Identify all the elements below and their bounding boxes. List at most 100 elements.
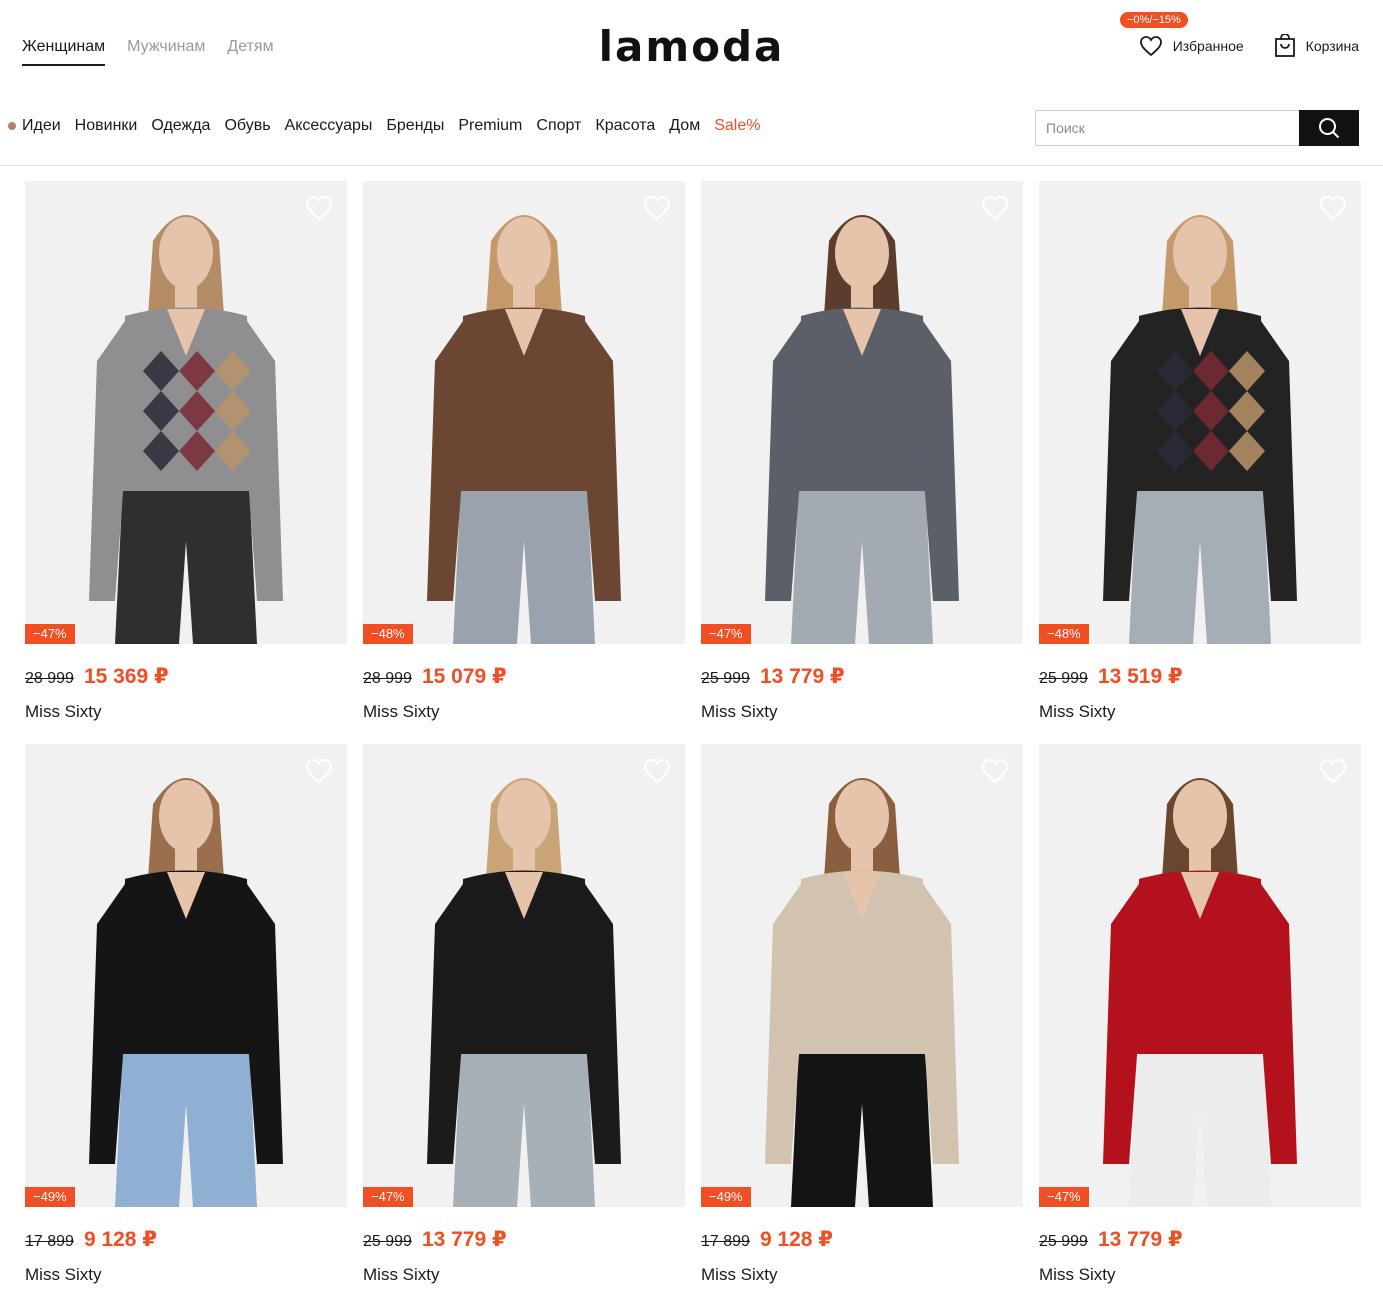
- bottoms-shape: [115, 481, 257, 644]
- product-image[interactable]: −48%: [1039, 181, 1361, 644]
- favorites-label: Избранное: [1172, 38, 1244, 54]
- cart-button[interactable]: Корзина: [1274, 34, 1359, 58]
- menu-item-shoes[interactable]: Обувь: [224, 117, 270, 135]
- heart-icon[interactable]: [305, 758, 333, 784]
- favorites-button[interactable]: Избранное: [1139, 35, 1244, 57]
- price-row: 28 999 15 079 ₽: [363, 664, 685, 689]
- brand-name: Miss Sixty: [363, 1265, 440, 1284]
- product-image[interactable]: −47%: [25, 181, 347, 644]
- discount-badge: −48%: [1039, 624, 1089, 644]
- old-price: 25 999: [1039, 1233, 1088, 1250]
- menu-item-sport[interactable]: Спорт: [536, 117, 581, 135]
- old-price: 25 999: [701, 670, 750, 687]
- product-card[interactable]: −47% 28 999 15 369 ₽ Miss Sixty: [25, 181, 347, 744]
- heart-icon[interactable]: [643, 195, 671, 221]
- product-card[interactable]: −47% 25 999 13 779 ₽ Miss Sixty: [701, 181, 1023, 744]
- menu-item-ideas[interactable]: Идеи: [22, 117, 61, 135]
- discount-badge: −47%: [1039, 1187, 1089, 1207]
- face-shape: [497, 217, 551, 289]
- bottoms-shape: [1129, 481, 1271, 644]
- discount-badge: −48%: [363, 624, 413, 644]
- discount-badge: −47%: [363, 1187, 413, 1207]
- bottoms-shape: [791, 1044, 933, 1207]
- price-row: 28 999 15 369 ₽: [25, 664, 347, 689]
- discount-badge: −47%: [701, 624, 751, 644]
- brand-name: Miss Sixty: [25, 702, 102, 721]
- discount-badge: −47%: [25, 624, 75, 644]
- category-menu-bar: Идеи Новинки Одежда Обувь Аксессуары Бре…: [0, 96, 1383, 166]
- bag-icon: [1274, 34, 1295, 57]
- heart-icon[interactable]: [981, 195, 1009, 221]
- search-button[interactable]: [1299, 110, 1359, 146]
- product-card[interactable]: −47% 25 999 13 779 ₽ Miss Sixty: [363, 744, 685, 1307]
- menu-item-premium[interactable]: Premium: [458, 117, 522, 135]
- brand-name: Miss Sixty: [701, 1265, 778, 1284]
- search-icon: [1319, 118, 1340, 139]
- header: Женщинам Мужчинам Детям lamoda −0%/−15% …: [0, 0, 1383, 95]
- old-price: 17 899: [701, 1233, 750, 1250]
- model-figure: [765, 778, 959, 1207]
- product-card[interactable]: −48% 28 999 15 079 ₽ Miss Sixty: [363, 181, 685, 744]
- face-shape: [159, 780, 213, 852]
- menu-item-new[interactable]: Новинки: [75, 117, 138, 135]
- menu-item-clothing[interactable]: Одежда: [151, 117, 210, 135]
- heart-icon: [1139, 36, 1162, 57]
- model-figure: [427, 215, 621, 644]
- model-figure: [427, 778, 621, 1207]
- product-card[interactable]: −48% 25 999 13 519 ₽ Miss Sixty: [1039, 181, 1361, 744]
- heart-icon[interactable]: [643, 758, 671, 784]
- sale-price: 13 779 ₽: [421, 1228, 507, 1251]
- bottoms-shape: [115, 1044, 257, 1207]
- discount-badge: −49%: [701, 1187, 751, 1207]
- brand-name: Miss Sixty: [363, 702, 440, 721]
- user-actions: Избранное Корзина: [1139, 34, 1359, 58]
- sale-price: 13 779 ₽: [759, 665, 845, 688]
- menu-item-sale[interactable]: Sale%: [714, 117, 760, 135]
- sale-price: 13 779 ₽: [1097, 1228, 1183, 1251]
- sale-price: 15 369 ₽: [83, 665, 169, 688]
- menu-item-brands[interactable]: Бренды: [386, 117, 444, 135]
- promo-badge: −0%/−15%: [1120, 12, 1188, 28]
- price-row: 25 999 13 779 ₽: [1039, 1227, 1361, 1252]
- model-figure: [89, 778, 283, 1207]
- product-card[interactable]: −49% 17 899 9 128 ₽ Miss Sixty: [701, 744, 1023, 1307]
- menu-item-home[interactable]: Дом: [669, 117, 700, 135]
- product-image[interactable]: −47%: [701, 181, 1023, 644]
- product-image[interactable]: −48%: [363, 181, 685, 644]
- menu-item-accessories[interactable]: Аксессуары: [285, 117, 373, 135]
- old-price: 25 999: [363, 1233, 412, 1250]
- product-grid: −47% 28 999 15 369 ₽ Miss Sixty −48% 28 …: [25, 181, 1361, 1307]
- old-price: 25 999: [1039, 670, 1088, 687]
- brand-name: Miss Sixty: [1039, 702, 1116, 721]
- product-card[interactable]: −47% 25 999 13 779 ₽ Miss Sixty: [1039, 744, 1361, 1307]
- heart-icon[interactable]: [981, 758, 1009, 784]
- heart-icon[interactable]: [1319, 758, 1347, 784]
- face-shape: [497, 780, 551, 852]
- category-menu: Идеи Новинки Одежда Обувь Аксессуары Бре…: [8, 117, 760, 135]
- menu-item-beauty[interactable]: Красота: [595, 117, 655, 135]
- face-shape: [835, 780, 889, 852]
- model-figure: [765, 215, 959, 644]
- sale-price: 9 128 ₽: [759, 1228, 833, 1251]
- product-image[interactable]: −49%: [25, 744, 347, 1207]
- old-price: 28 999: [363, 670, 412, 687]
- face-shape: [835, 217, 889, 289]
- bottoms-shape: [791, 481, 933, 644]
- discount-badge: −49%: [25, 1187, 75, 1207]
- brand-name: Miss Sixty: [701, 702, 778, 721]
- face-shape: [159, 217, 213, 289]
- product-image[interactable]: −47%: [1039, 744, 1361, 1207]
- product-image[interactable]: −47%: [363, 744, 685, 1207]
- heart-icon[interactable]: [305, 195, 333, 221]
- heart-icon[interactable]: [1319, 195, 1347, 221]
- model-figure: [89, 215, 283, 644]
- search-input[interactable]: [1035, 110, 1299, 146]
- sale-price: 13 519 ₽: [1097, 665, 1183, 688]
- search-bar: [1035, 110, 1359, 146]
- old-price: 17 899: [25, 1233, 74, 1250]
- face-shape: [1173, 780, 1227, 852]
- product-card[interactable]: −49% 17 899 9 128 ₽ Miss Sixty: [25, 744, 347, 1307]
- bottoms-shape: [1129, 1044, 1271, 1207]
- product-image[interactable]: −49%: [701, 744, 1023, 1207]
- price-row: 25 999 13 779 ₽: [701, 664, 1023, 689]
